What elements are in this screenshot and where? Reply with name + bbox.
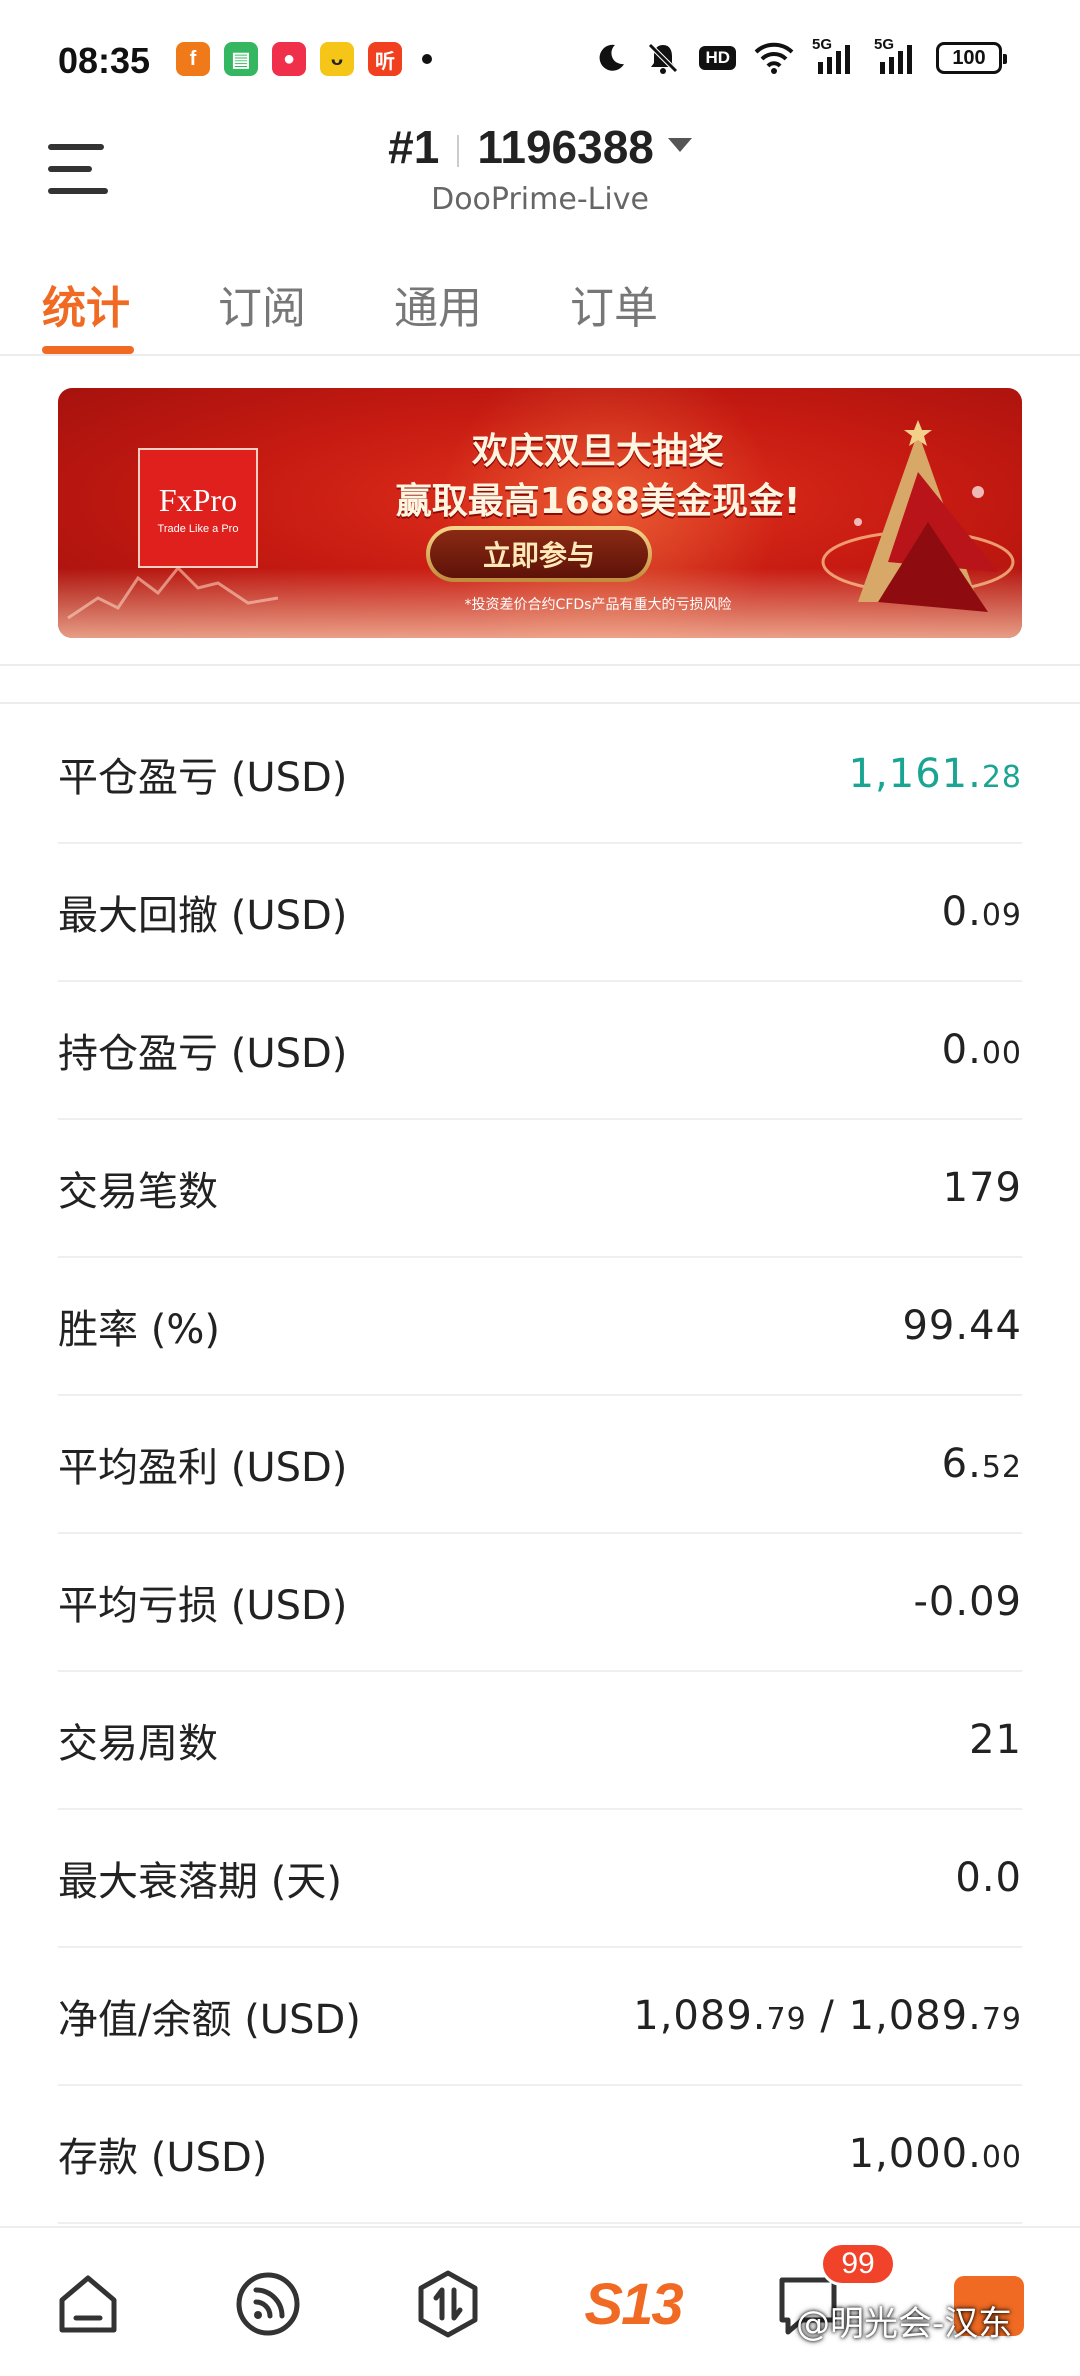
stat-label: 最大回撤 (USD): [58, 893, 348, 939]
banner-subheadline: 赢取最高1688美金现金!: [395, 481, 801, 522]
hd-icon: HD: [699, 40, 736, 76]
statistics-list: 平仓盈亏 (USD) 1,161.28 最大回撤 (USD) 0.09 持仓盈亏…: [58, 706, 1022, 2224]
stat-row-trade-count: 交易笔数 179: [58, 1120, 1022, 1258]
stat-value: 0.0: [955, 1855, 1022, 1901]
stat-value: 0.09: [941, 889, 1022, 935]
banner-cta-button[interactable]: 立即参与: [426, 526, 652, 582]
orange-app-icon: f: [176, 42, 210, 76]
account-server: DooPrime-Live: [431, 182, 649, 217]
red-listen-icon: 听: [368, 42, 402, 76]
red-video-icon: ●: [272, 42, 306, 76]
account-separator: [457, 134, 460, 167]
stat-label: 胜率 (%): [58, 1307, 220, 1353]
stat-value: 21: [969, 1717, 1022, 1763]
account-index: #1: [388, 121, 440, 173]
account-number: 1196388: [477, 121, 654, 173]
mute-bell-icon: [645, 40, 681, 76]
yellow-bunny-icon: ᴗ: [320, 42, 354, 76]
feed-icon[interactable]: [228, 2264, 308, 2344]
stat-label: 持仓盈亏 (USD): [58, 1031, 348, 1077]
trade-icon[interactable]: [408, 2264, 488, 2344]
tab-subscriptions[interactable]: 订阅: [218, 262, 306, 356]
caret-down-icon: [667, 137, 692, 152]
moon-icon: [595, 40, 627, 76]
tab-orders[interactable]: 订单: [570, 262, 658, 356]
home-icon[interactable]: [48, 2264, 128, 2344]
stat-label: 交易周数: [58, 1721, 218, 1767]
s13-logo[interactable]: S13: [578, 2264, 688, 2344]
stat-label: 净值/余额 (USD): [58, 1997, 361, 2043]
bottom-navigation: S13 99 @明光会-汉东: [0, 2226, 1080, 2376]
signal-5g-icon-2: 5G: [874, 36, 918, 76]
header: #1 1196388 DooPrime-Live: [0, 120, 1080, 240]
promo-banner[interactable]: FxPro Trade Like a Pro 欢庆双旦大抽奖 赢取最高1688美…: [58, 388, 1022, 638]
green-chat-icon: ▤: [224, 42, 258, 76]
tab-general[interactable]: 通用: [394, 262, 482, 356]
stat-value: 179: [942, 1165, 1022, 1211]
watermark-text: @明光会-汉东: [796, 2304, 1013, 2344]
banner-headline: 欢庆双旦大抽奖: [471, 431, 724, 472]
message-badge: 99: [820, 2242, 896, 2286]
system-icons: HD 5G 5G 100: [595, 36, 1007, 76]
banner-cta-label: 立即参与: [430, 530, 648, 578]
status-time: 08:35: [58, 40, 151, 81]
section-divider: [0, 664, 1080, 704]
stat-value: 6.52: [941, 1441, 1022, 1487]
stat-label: 最大衰落期 (天): [58, 1859, 342, 1905]
tab-bar: 统计 订阅 通用 订单: [0, 262, 1080, 356]
stat-row-max-decline-period: 最大衰落期 (天) 0.0: [58, 1810, 1022, 1948]
wifi-icon: [754, 40, 794, 76]
stat-value: 0.00: [941, 1027, 1022, 1073]
stat-value: 99.44: [902, 1303, 1022, 1349]
stat-label: 平均亏损 (USD): [58, 1583, 348, 1629]
stat-label: 交易笔数: [58, 1169, 218, 1215]
stat-value: -0.09: [913, 1579, 1022, 1625]
stat-label: 平仓盈亏 (USD): [58, 755, 348, 801]
stat-value: 1,089.79 / 1,089.79: [633, 1993, 1022, 2039]
stat-row-closed-pnl: 平仓盈亏 (USD) 1,161.28: [58, 706, 1022, 844]
stat-row-trading-weeks: 交易周数 21: [58, 1672, 1022, 1810]
stat-row-win-rate: 胜率 (%) 99.44: [58, 1258, 1022, 1396]
account-selector[interactable]: #1 1196388: [0, 120, 1080, 174]
banner-disclaimer: *投资差价合约CFDs产品有重大的亏损风险: [464, 597, 732, 613]
notification-icons: f ▤ ● ᴗ 听: [176, 42, 432, 76]
stat-value: 1,000.00: [848, 2131, 1022, 2177]
fxpro-logo: FxPro Trade Like a Pro: [138, 448, 258, 568]
stat-label: 存款 (USD): [58, 2135, 268, 2181]
stat-row-equity-balance: 净值/余额 (USD) 1,089.79 / 1,089.79: [58, 1948, 1022, 2086]
stat-label: 平均盈利 (USD): [58, 1445, 348, 1491]
tab-statistics[interactable]: 统计: [42, 262, 130, 356]
more-notifications-dot: [422, 54, 432, 64]
status-bar: 08:35 f ▤ ● ᴗ 听 HD 5G 5G 100: [0, 0, 1080, 120]
stat-row-open-pnl: 持仓盈亏 (USD) 0.00: [58, 982, 1022, 1120]
battery-icon: 100: [936, 42, 1007, 74]
stat-row-deposit: 存款 (USD) 1,000.00: [58, 2086, 1022, 2224]
stat-row-avg-profit: 平均盈利 (USD) 6.52: [58, 1396, 1022, 1534]
signal-5g-icon-1: 5G: [812, 36, 856, 76]
christmas-tree-icon: [821, 420, 1015, 612]
active-tab-indicator: [42, 346, 134, 354]
stat-row-avg-loss: 平均亏损 (USD) -0.09: [58, 1534, 1022, 1672]
stat-row-max-drawdown: 最大回撤 (USD) 0.09: [58, 844, 1022, 982]
stat-value: 1,161.28: [848, 751, 1022, 797]
